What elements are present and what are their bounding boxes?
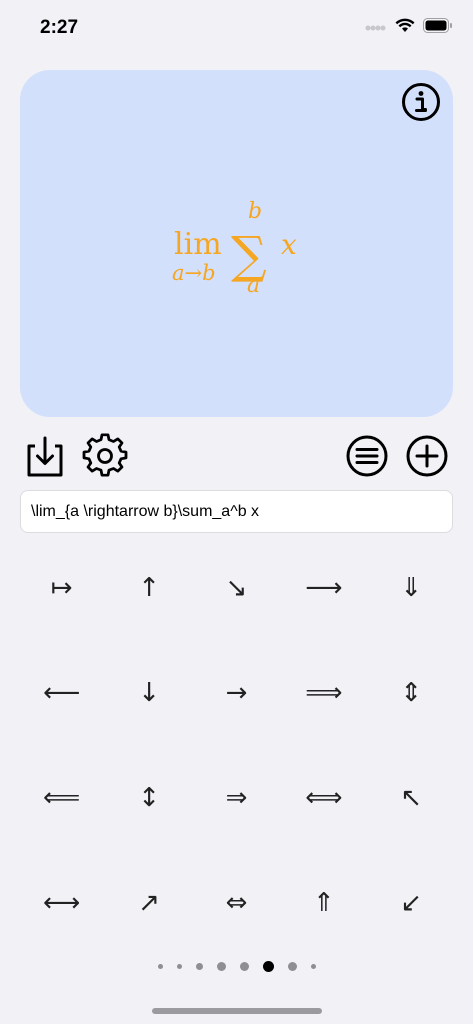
- symbol-key[interactable]: ⟷: [18, 850, 105, 955]
- status-bar: 2:27: [0, 0, 473, 56]
- rendered-formula: lim a→b b ∑ a x: [172, 199, 297, 298]
- symbol-key[interactable]: ⇓: [368, 535, 455, 640]
- symbol-key[interactable]: ↘: [193, 535, 280, 640]
- symbol-key[interactable]: ⇑: [280, 850, 367, 955]
- symbol-key[interactable]: ⇔: [193, 850, 280, 955]
- symbol-key[interactable]: ↓: [105, 640, 192, 745]
- home-indicator: [152, 1008, 322, 1014]
- symbol-key[interactable]: ⇕: [368, 640, 455, 745]
- download-icon: [22, 436, 68, 484]
- battery-icon: [423, 18, 453, 38]
- symbol-key[interactable]: ⟺: [280, 745, 367, 850]
- symbol-key[interactable]: ↖: [368, 745, 455, 850]
- latex-input[interactable]: [20, 490, 453, 533]
- symbol-key[interactable]: ↦: [18, 535, 105, 640]
- page-dot[interactable]: [216, 961, 226, 971]
- symbol-key[interactable]: →: [193, 640, 280, 745]
- formula-sum-lower: a: [247, 273, 260, 298]
- menu-button[interactable]: [344, 433, 390, 479]
- symbol-key[interactable]: ⟶: [280, 535, 367, 640]
- page-dot[interactable]: [287, 961, 297, 971]
- symbol-key[interactable]: ⟸: [18, 745, 105, 850]
- symbol-key[interactable]: ↙: [368, 850, 455, 955]
- page-dot[interactable]: [239, 961, 249, 971]
- toolbar: [0, 430, 473, 482]
- gear-icon: [82, 433, 128, 483]
- page-dot[interactable]: [195, 962, 203, 970]
- add-button[interactable]: [404, 433, 450, 479]
- page-indicator[interactable]: [0, 956, 473, 976]
- formula-sum-upper: b: [248, 199, 262, 224]
- settings-button[interactable]: [82, 433, 128, 479]
- symbol-key[interactable]: ↗: [105, 850, 192, 955]
- page-dot[interactable]: [176, 963, 182, 969]
- formula-lim: lim: [174, 227, 222, 262]
- formula-preview-card: lim a→b b ∑ a x: [20, 70, 453, 417]
- status-icons: [365, 18, 453, 38]
- symbol-key[interactable]: ⟹: [280, 640, 367, 745]
- page-dot-active[interactable]: [262, 960, 274, 972]
- symbol-key[interactable]: ⇒: [193, 745, 280, 850]
- list-circle-icon: [344, 435, 390, 483]
- page-dot[interactable]: [157, 963, 163, 969]
- symbol-key[interactable]: ↕: [105, 745, 192, 850]
- formula-lim-subscript: a→b: [172, 261, 216, 285]
- formula-body: x: [281, 228, 297, 261]
- status-time: 2:27: [40, 17, 79, 38]
- symbol-key[interactable]: ↑: [105, 535, 192, 640]
- symbol-key[interactable]: ⟵: [18, 640, 105, 745]
- plus-circle-icon: [404, 435, 450, 483]
- wifi-icon: [395, 18, 415, 38]
- symbol-keyboard: ↦ ↑ ↘ ⟶ ⇓ ⟵ ↓ → ⟹ ⇕ ⟸ ↕ ⇒ ⟺ ↖ ⟷ ↗ ⇔ ⇑ ↙: [18, 535, 455, 955]
- export-button[interactable]: [22, 434, 68, 480]
- signal-icon: [365, 19, 387, 37]
- page-dot[interactable]: [310, 963, 316, 969]
